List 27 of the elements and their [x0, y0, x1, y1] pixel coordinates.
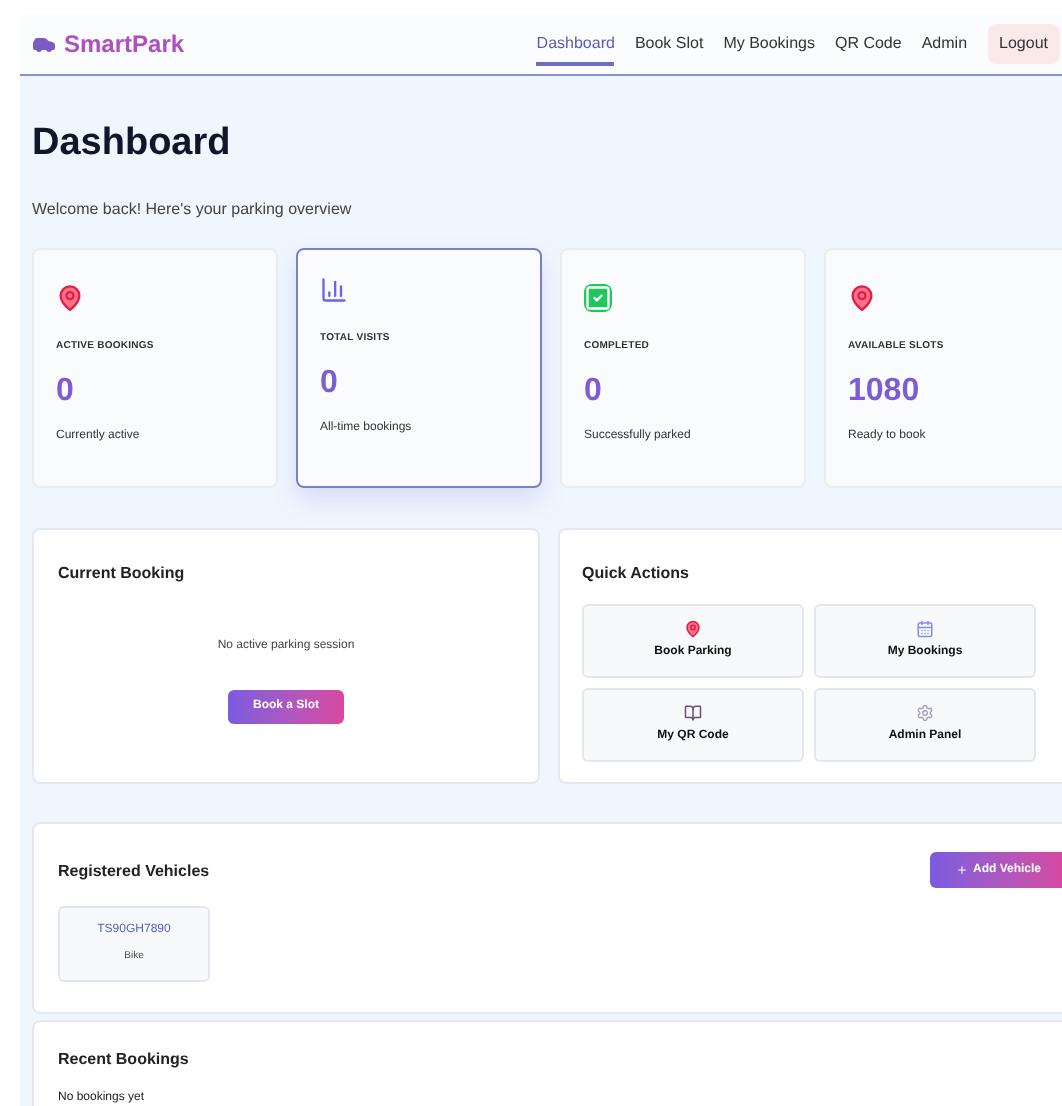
- stat-value: 0: [584, 375, 604, 407]
- nav-link[interactable]: My Bookings: [723, 23, 815, 65]
- book-icon: [684, 704, 702, 722]
- pin-icon: [684, 620, 702, 638]
- logout-button[interactable]: Logout: [987, 24, 1060, 64]
- nav-link[interactable]: Admin: [921, 23, 968, 65]
- calendar-icon: [916, 620, 934, 638]
- pin-icon: [848, 284, 876, 312]
- pin-icon: [56, 284, 84, 312]
- stat-value: 1080: [848, 375, 922, 407]
- panel-title: Quick Actions: [582, 562, 691, 586]
- stat-value: 0: [320, 367, 340, 399]
- plus-icon: [956, 864, 969, 876]
- car-icon: [32, 32, 56, 56]
- welcome-text: Welcome back! Here's your parking overview: [32, 198, 354, 222]
- stat-value: 0: [56, 375, 76, 407]
- page-title: Dashboard: [32, 124, 233, 162]
- nav-link[interactable]: Book Slot: [634, 23, 704, 65]
- panel-title: Registered Vehicles: [58, 860, 210, 884]
- gear-icon: [916, 704, 934, 722]
- nav-link[interactable]: Dashboard: [536, 23, 615, 65]
- panel-title: Recent Bookings: [58, 1048, 191, 1072]
- check-icon: [584, 284, 612, 312]
- bar-chart-icon: [320, 276, 348, 304]
- panel-title: Current Booking: [58, 562, 187, 586]
- nav-link[interactable]: QR Code: [834, 23, 902, 65]
- brand-name: SmartPark: [64, 28, 185, 62]
